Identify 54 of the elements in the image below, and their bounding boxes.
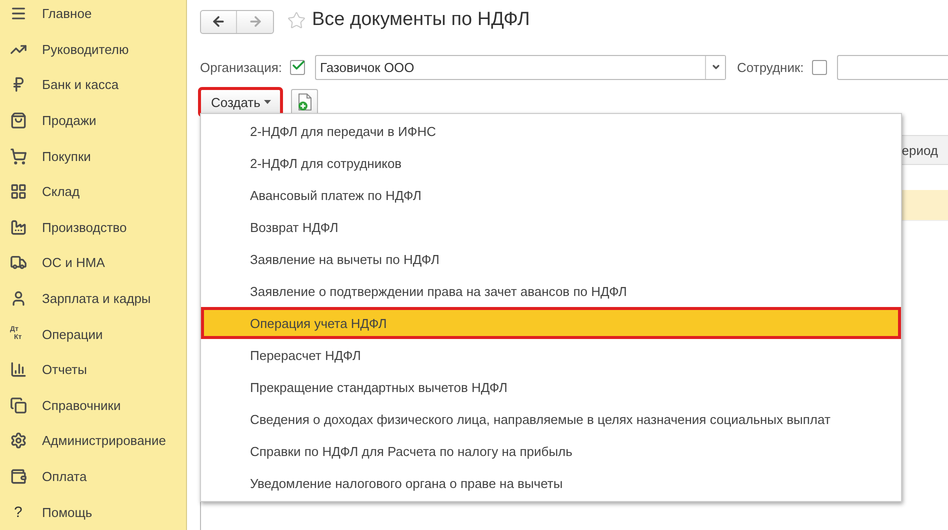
add-document-button[interactable] — [291, 89, 318, 115]
menu-item[interactable]: Перерасчет НДФЛ — [201, 339, 901, 371]
menu-item[interactable]: Справки по НДФЛ для Расчета по налогу на прибыль — [201, 435, 901, 467]
sidebar-item[interactable]: Склад — [0, 174, 186, 210]
sidebar-item[interactable]: Главное — [0, 0, 186, 32]
sidebar-item[interactable]: ОС и НМА — [0, 245, 186, 281]
menu-icon — [10, 5, 27, 22]
grid-icon — [10, 183, 27, 200]
column-header[interactable]: ериод — [902, 142, 938, 158]
sidebar-item[interactable]: Продажи — [0, 102, 186, 138]
employee-checkbox[interactable] — [812, 60, 827, 74]
truck-icon — [10, 254, 27, 272]
bar-chart-icon — [10, 361, 27, 378]
menu-item[interactable]: Заявление о подтверждении права на зачет авансов по НДФЛ — [201, 275, 901, 307]
star-icon[interactable] — [287, 10, 306, 30]
menu-item[interactable]: Авансовый платеж по НДФЛ — [201, 179, 901, 211]
sidebar-item[interactable]: Банк и касса — [0, 67, 186, 103]
organization-field[interactable]: Газовичок ООО — [315, 54, 726, 80]
menu-item[interactable]: Прекращение стандартных вычетов НДФЛ — [201, 371, 901, 403]
sidebar-item[interactable]: Оплата — [0, 458, 186, 494]
arrow-right-icon — [248, 14, 262, 29]
sidebar-item[interactable]: Производство — [0, 210, 186, 246]
menu-item[interactable]: Уведомление налогового органа о праве на вычеты — [201, 467, 901, 499]
sidebar-item[interactable]: Отчеты — [0, 352, 186, 388]
sidebar-item[interactable]: Покупки — [0, 138, 186, 174]
caret-icon — [264, 100, 272, 104]
sidebar-item[interactable]: ? Помощь — [0, 494, 186, 530]
employee-field[interactable] — [836, 54, 948, 80]
wallet-icon — [10, 468, 27, 486]
organization-checkbox[interactable] — [290, 60, 306, 74]
menu-item[interactable]: 2-НДФЛ для сотрудников — [201, 147, 901, 179]
factory-icon — [10, 218, 27, 236]
settings-icon — [10, 432, 27, 450]
menu-item[interactable]: Возврат НДФЛ — [201, 211, 901, 243]
create-button[interactable]: Создать — [200, 89, 282, 115]
bag-icon — [10, 112, 27, 130]
page-title: Все документы по НДФЛ — [312, 9, 530, 31]
person-icon — [10, 290, 27, 308]
menu-item[interactable]: 2-НДФЛ для передачи в ИФНС — [201, 115, 901, 147]
dropdown-button[interactable] — [705, 56, 726, 78]
sidebar-item[interactable]: Справочники — [0, 388, 186, 424]
help-icon: ? — [10, 504, 22, 521]
menu-item[interactable]: Заявление на вычеты по НДФЛ — [201, 243, 901, 275]
sidebar-item[interactable]: Администрирование — [0, 423, 186, 459]
organization-label: Организация: — [200, 60, 282, 74]
sidebar-item[interactable]: Руководителю — [0, 32, 186, 68]
menu-item[interactable]: Сведения о доходах физического лица, направляемые в целях назначения социальных выплат — [201, 403, 901, 435]
documents-icon — [10, 396, 27, 414]
sidebar-item[interactable]: Зарплата и кадры — [0, 280, 186, 316]
add-document-icon — [296, 93, 313, 111]
caret-icon — [710, 62, 721, 72]
cart-icon — [10, 148, 27, 165]
menu-item[interactable]: Операция учета НДФЛ — [201, 307, 901, 339]
employee-label: Сотрудник: — [737, 60, 804, 74]
